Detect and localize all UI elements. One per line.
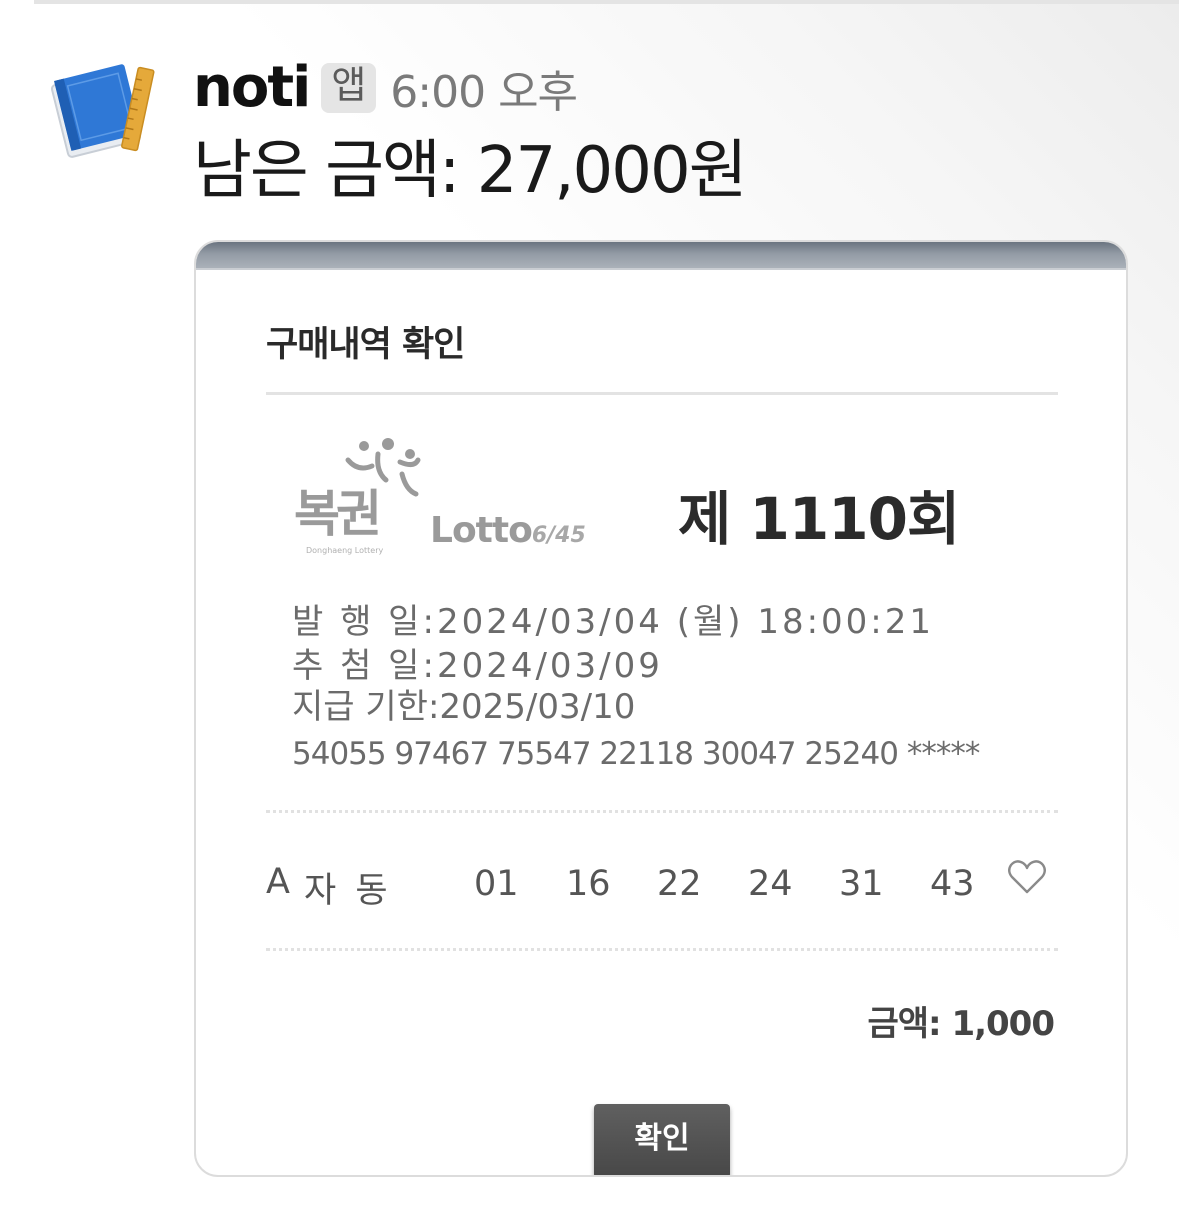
pick-row: A 자 동 01 16 22 24 31 43	[266, 854, 1066, 911]
dotted-divider	[266, 810, 1058, 813]
logo-english: Donghaeng Lottery	[306, 546, 384, 555]
purchase-confirmation-image[interactable]: 구매내역 확인 복권 Donghaeng Lottery Lotto6/45 제…	[194, 240, 1128, 1177]
logo-game: 6/45	[531, 523, 586, 548]
title-divider	[266, 392, 1058, 395]
app-badge: 앱	[321, 63, 377, 113]
logo-lotto-text: Lotto	[430, 510, 533, 551]
pick-type: 자 동	[304, 871, 392, 911]
dialog-top-bar-edge	[196, 268, 1126, 270]
dotted-divider	[266, 948, 1058, 951]
logo-lotto: Lotto6/45	[430, 510, 586, 551]
top-divider	[34, 0, 1179, 4]
logo-korean: 복권	[294, 485, 382, 543]
draw-round: 제 1110회	[678, 485, 960, 553]
payment-deadline-label: 지급 기한	[292, 687, 428, 727]
message-header: noti 앱 6:00 오후	[193, 52, 578, 124]
issue-date-row: 발 행 일:2024/03/04 (월) 18:00:21	[292, 594, 934, 643]
message-text: 남은 금액: 27,000원	[193, 134, 748, 208]
payment-deadline-row: 지급 기한:2025/03/10	[292, 679, 635, 728]
dialog-title: 구매내역 확인	[266, 325, 465, 365]
ticket-amount: 금액: 1,000	[867, 1004, 1055, 1044]
pick-number: 01	[474, 864, 519, 904]
pick-number: 43	[930, 864, 975, 904]
payment-deadline-value: 2025/03/10	[439, 687, 636, 727]
ticket-serial: 54055 97467 75547 22118 30047 25240 ****…	[292, 736, 980, 772]
confirm-button[interactable]: 확인	[594, 1104, 730, 1175]
issue-date-label: 발 행 일	[292, 602, 423, 642]
pick-number: 31	[839, 864, 884, 904]
pick-number: 22	[657, 864, 702, 904]
heart-icon[interactable]	[1006, 856, 1048, 898]
message-timestamp[interactable]: 6:00 오후	[390, 56, 578, 120]
notebook-ruler-icon[interactable]	[50, 56, 156, 160]
sender-name[interactable]: noti	[193, 60, 311, 116]
pick-number: 16	[566, 864, 611, 904]
pick-slot: A	[266, 862, 294, 902]
pick-number: 24	[748, 864, 793, 904]
issue-date-value: 2024/03/04 (월) 18:00:21	[436, 602, 935, 642]
lottery-logo: 복권 Donghaeng Lottery Lotto6/45	[294, 438, 614, 558]
dialog-top-bar	[196, 242, 1126, 268]
